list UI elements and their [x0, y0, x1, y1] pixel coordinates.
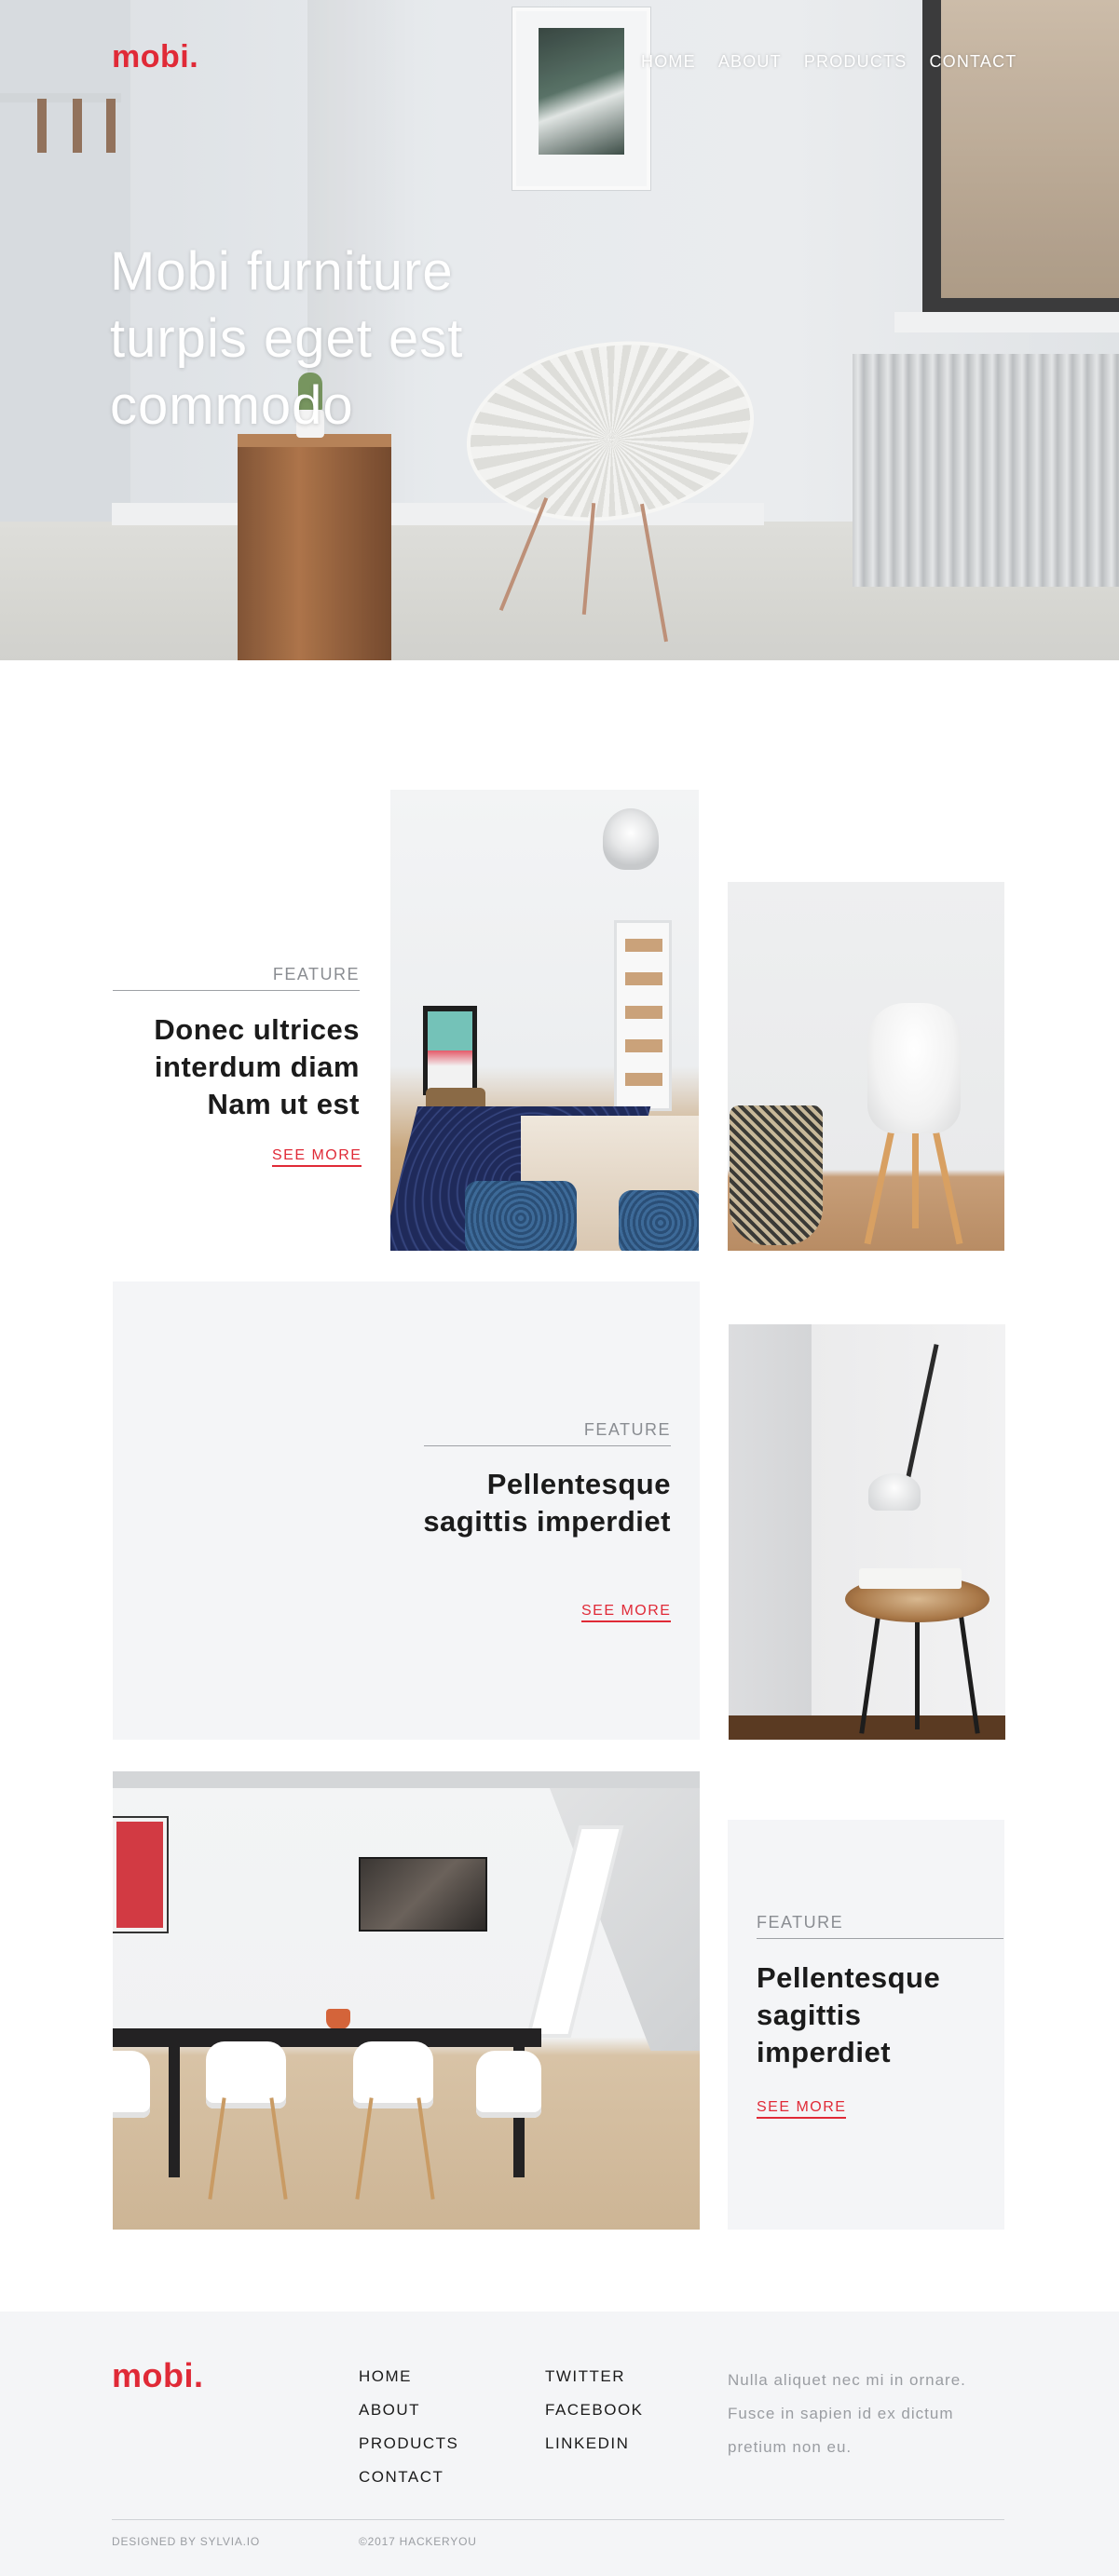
footer-nav: HOME ABOUT PRODUCTS CONTACT [359, 2360, 458, 2494]
feature-2-label: FEATURE [424, 1420, 671, 1446]
lamp-side-table-photo [729, 1324, 1005, 1740]
feature-1-label: FEATURE [113, 965, 360, 991]
site-footer: mobi. HOME ABOUT PRODUCTS CONTACT TWITTE… [0, 2312, 1119, 2576]
footer-twitter-link[interactable]: TWITTER [545, 2360, 644, 2393]
footer-copyright: ©2017 HACKERYOU [359, 2535, 477, 2548]
feature-3-label: FEATURE [757, 1913, 1003, 1939]
site-logo[interactable]: mobi. [112, 39, 198, 75]
nav-about[interactable]: ABOUT [718, 52, 782, 72]
nav-contact[interactable]: CONTACT [929, 52, 1017, 72]
footer-nav-about[interactable]: ABOUT [359, 2393, 458, 2427]
feature-2-see-more-link[interactable]: SEE MORE [581, 1603, 672, 1622]
wall-lettering-art [432, 892, 499, 985]
feature-1-see-more-link[interactable]: SEE MORE [272, 1147, 362, 1167]
hero-title: Mobi furniture turpis eget est commodo [110, 241, 464, 436]
nav-products[interactable]: PRODUCTS [804, 52, 907, 72]
hero-section: mobi. HOME ABOUT PRODUCTS CONTACT Mobi f… [0, 0, 1119, 660]
footer-logo[interactable]: mobi. [112, 2356, 204, 2395]
nav-home[interactable]: HOME [641, 52, 696, 72]
footer-social: TWITTER FACEBOOK LINKEDIN [545, 2360, 644, 2461]
footer-credit: DESIGNED BY SYLVIA.IO [112, 2535, 261, 2548]
footer-blurb: Nulla aliquet nec mi in ornare. Fusce in… [728, 2371, 966, 2456]
feature-3-title: Pellentesque sagittis imperdiet [757, 1961, 941, 2068]
main-nav: HOME ABOUT PRODUCTS CONTACT [641, 52, 1017, 72]
footer-facebook-link[interactable]: FACEBOOK [545, 2393, 644, 2427]
footer-nav-contact[interactable]: CONTACT [359, 2461, 458, 2494]
bedroom-photo [390, 790, 699, 1251]
footer-nav-home[interactable]: HOME [359, 2360, 458, 2393]
white-chair-photo [728, 882, 1004, 1251]
feature-1-title: Donec ultrices interdum diam Nam ut est [154, 1013, 360, 1120]
footer-nav-products[interactable]: PRODUCTS [359, 2427, 458, 2461]
footer-divider [112, 2519, 1004, 2520]
footer-linkedin-link[interactable]: LINKEDIN [545, 2427, 644, 2461]
feature-3-see-more-link[interactable]: SEE MORE [757, 2099, 847, 2119]
dining-room-photo [113, 1771, 700, 2230]
feature-2-title: Pellentesque sagittis imperdiet [423, 1468, 671, 1538]
